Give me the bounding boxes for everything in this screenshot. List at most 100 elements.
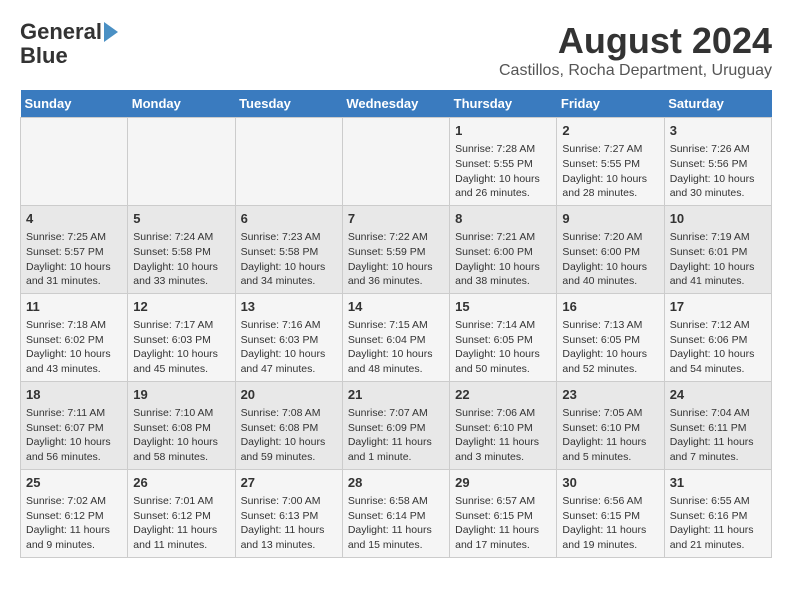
month-title: August 2024 bbox=[499, 20, 772, 62]
calendar-cell: 13Sunrise: 7:16 AM Sunset: 6:03 PM Dayli… bbox=[235, 293, 342, 381]
day-info: Sunrise: 7:13 AM Sunset: 6:05 PM Dayligh… bbox=[562, 318, 658, 377]
day-info: Sunrise: 7:23 AM Sunset: 5:58 PM Dayligh… bbox=[241, 230, 337, 289]
day-info: Sunrise: 7:24 AM Sunset: 5:58 PM Dayligh… bbox=[133, 230, 229, 289]
day-of-week-thursday: Thursday bbox=[450, 90, 557, 118]
calendar-header: SundayMondayTuesdayWednesdayThursdayFrid… bbox=[21, 90, 772, 118]
days-of-week-row: SundayMondayTuesdayWednesdayThursdayFrid… bbox=[21, 90, 772, 118]
calendar-cell: 18 Sunrise: 7:11 AM Sunset: 6:07 PM Dayli… bbox=[21, 381, 128, 469]
day-info: Sunrise: 7:00 AM Sunset: 6:13 PM Dayligh… bbox=[241, 494, 337, 553]
week-row-5: 25Sunrise: 7:02 AM Sunset: 6:12 PM Dayli… bbox=[21, 469, 772, 557]
day-number: 27 bbox=[241, 474, 337, 492]
calendar-cell: 26Sunrise: 7:01 AM Sunset: 6:12 PM Dayli… bbox=[128, 469, 235, 557]
day-number: 28 bbox=[348, 474, 444, 492]
day-number: 12 bbox=[133, 298, 229, 316]
calendar-cell: 20 Sunrise: 7:08 AM Sunset: 6:08 PM Dayli… bbox=[235, 381, 342, 469]
day-number: 14 bbox=[348, 298, 444, 316]
calendar-cell: 3 Sunrise: 7:26 AM Sunset: 5:56 PM Daylig… bbox=[664, 118, 771, 206]
day-number: 17 bbox=[670, 298, 766, 316]
day-number: 6 bbox=[241, 210, 337, 228]
day-info: Sunrise: 7:19 AM Sunset: 6:01 PM Dayligh… bbox=[670, 230, 766, 289]
calendar-cell: 5 Sunrise: 7:24 AM Sunset: 5:58 PM Daylig… bbox=[128, 205, 235, 293]
day-info: Sunrise: 6:57 AM Sunset: 6:15 PM Dayligh… bbox=[455, 494, 551, 553]
day-info: Sunrise: 7:04 AM Sunset: 6:11 PM Dayligh… bbox=[670, 406, 766, 465]
calendar-cell: 24 Sunrise: 7:04 AM Sunset: 6:11 PM Dayli… bbox=[664, 381, 771, 469]
day-info: Sunrise: 7:12 AM Sunset: 6:06 PM Dayligh… bbox=[670, 318, 766, 377]
calendar-cell: 12 Sunrise: 7:17 AM Sunset: 6:03 PM Dayli… bbox=[128, 293, 235, 381]
week-row-4: 18 Sunrise: 7:11 AM Sunset: 6:07 PM Dayli… bbox=[21, 381, 772, 469]
day-number: 22 bbox=[455, 386, 551, 404]
day-of-week-tuesday: Tuesday bbox=[235, 90, 342, 118]
day-info: Sunrise: 7:20 AM Sunset: 6:00 PM Dayligh… bbox=[562, 230, 658, 289]
day-number: 3 bbox=[670, 122, 766, 140]
calendar-cell: 2Sunrise: 7:27 AM Sunset: 5:55 PM Daylig… bbox=[557, 118, 664, 206]
day-number: 19 bbox=[133, 386, 229, 404]
calendar-cell: 4 Sunrise: 7:25 AM Sunset: 5:57 PM Daylig… bbox=[21, 205, 128, 293]
day-number: 8 bbox=[455, 210, 551, 228]
day-info: Sunrise: 6:58 AM Sunset: 6:14 PM Dayligh… bbox=[348, 494, 444, 553]
day-number: 5 bbox=[133, 210, 229, 228]
calendar-cell: 22 Sunrise: 7:06 AM Sunset: 6:10 PM Dayli… bbox=[450, 381, 557, 469]
calendar-cell bbox=[21, 118, 128, 206]
calendar-cell: 7Sunrise: 7:22 AM Sunset: 5:59 PM Daylig… bbox=[342, 205, 449, 293]
calendar-cell: 8 Sunrise: 7:21 AM Sunset: 6:00 PM Daylig… bbox=[450, 205, 557, 293]
calendar-cell: 21 Sunrise: 7:07 AM Sunset: 6:09 PM Dayli… bbox=[342, 381, 449, 469]
day-info: Sunrise: 6:55 AM Sunset: 6:16 PM Dayligh… bbox=[670, 494, 766, 553]
day-info: Sunrise: 7:14 AM Sunset: 6:05 PM Dayligh… bbox=[455, 318, 551, 377]
day-number: 29 bbox=[455, 474, 551, 492]
calendar-cell: 1 Sunrise: 7:28 AM Sunset: 5:55 PM Daylig… bbox=[450, 118, 557, 206]
day-of-week-friday: Friday bbox=[557, 90, 664, 118]
day-number: 11 bbox=[26, 298, 122, 316]
day-number: 24 bbox=[670, 386, 766, 404]
logo: General Blue bbox=[20, 20, 118, 68]
week-row-1: 1 Sunrise: 7:28 AM Sunset: 5:55 PM Daylig… bbox=[21, 118, 772, 206]
logo-general: General bbox=[20, 20, 102, 44]
calendar-cell: 29 Sunrise: 6:57 AM Sunset: 6:15 PM Dayli… bbox=[450, 469, 557, 557]
day-info: Sunrise: 7:10 AM Sunset: 6:08 PM Dayligh… bbox=[133, 406, 229, 465]
day-number: 7 bbox=[348, 210, 444, 228]
day-of-week-sunday: Sunday bbox=[21, 90, 128, 118]
day-of-week-monday: Monday bbox=[128, 90, 235, 118]
day-number: 21 bbox=[348, 386, 444, 404]
day-number: 1 bbox=[455, 122, 551, 140]
day-info: Sunrise: 7:08 AM Sunset: 6:08 PM Dayligh… bbox=[241, 406, 337, 465]
day-number: 10 bbox=[670, 210, 766, 228]
day-info: Sunrise: 7:28 AM Sunset: 5:55 PM Dayligh… bbox=[455, 142, 551, 201]
logo-blue: Blue bbox=[20, 44, 68, 68]
day-info: Sunrise: 7:11 AM Sunset: 6:07 PM Dayligh… bbox=[26, 406, 122, 465]
day-number: 18 bbox=[26, 386, 122, 404]
calendar-cell bbox=[235, 118, 342, 206]
day-number: 4 bbox=[26, 210, 122, 228]
calendar-cell: 31Sunrise: 6:55 AM Sunset: 6:16 PM Dayli… bbox=[664, 469, 771, 557]
day-info: Sunrise: 7:18 AM Sunset: 6:02 PM Dayligh… bbox=[26, 318, 122, 377]
day-info: Sunrise: 7:25 AM Sunset: 5:57 PM Dayligh… bbox=[26, 230, 122, 289]
calendar-cell: 14Sunrise: 7:15 AM Sunset: 6:04 PM Dayli… bbox=[342, 293, 449, 381]
day-info: Sunrise: 7:17 AM Sunset: 6:03 PM Dayligh… bbox=[133, 318, 229, 377]
day-info: Sunrise: 7:07 AM Sunset: 6:09 PM Dayligh… bbox=[348, 406, 444, 465]
calendar-cell: 15Sunrise: 7:14 AM Sunset: 6:05 PM Dayli… bbox=[450, 293, 557, 381]
calendar-cell: 10 Sunrise: 7:19 AM Sunset: 6:01 PM Dayli… bbox=[664, 205, 771, 293]
day-info: Sunrise: 7:27 AM Sunset: 5:55 PM Dayligh… bbox=[562, 142, 658, 201]
calendar-cell: 19 Sunrise: 7:10 AM Sunset: 6:08 PM Dayli… bbox=[128, 381, 235, 469]
calendar-body: 1 Sunrise: 7:28 AM Sunset: 5:55 PM Daylig… bbox=[21, 118, 772, 558]
calendar-cell: 9 Sunrise: 7:20 AM Sunset: 6:00 PM Daylig… bbox=[557, 205, 664, 293]
day-number: 20 bbox=[241, 386, 337, 404]
day-info: Sunrise: 7:26 AM Sunset: 5:56 PM Dayligh… bbox=[670, 142, 766, 201]
location-subtitle: Castillos, Rocha Department, Uruguay bbox=[499, 62, 772, 80]
day-info: Sunrise: 7:21 AM Sunset: 6:00 PM Dayligh… bbox=[455, 230, 551, 289]
day-number: 16 bbox=[562, 298, 658, 316]
calendar-cell: 25Sunrise: 7:02 AM Sunset: 6:12 PM Dayli… bbox=[21, 469, 128, 557]
day-number: 9 bbox=[562, 210, 658, 228]
logo-arrow-icon bbox=[104, 22, 118, 42]
calendar-table: SundayMondayTuesdayWednesdayThursdayFrid… bbox=[20, 90, 772, 558]
calendar-cell: 30Sunrise: 6:56 AM Sunset: 6:15 PM Dayli… bbox=[557, 469, 664, 557]
day-info: Sunrise: 7:16 AM Sunset: 6:03 PM Dayligh… bbox=[241, 318, 337, 377]
day-number: 23 bbox=[562, 386, 658, 404]
day-info: Sunrise: 7:06 AM Sunset: 6:10 PM Dayligh… bbox=[455, 406, 551, 465]
title-area: August 2024 Castillos, Rocha Department,… bbox=[499, 20, 772, 80]
calendar-cell: 6 Sunrise: 7:23 AM Sunset: 5:58 PM Daylig… bbox=[235, 205, 342, 293]
calendar-cell: 11 Sunrise: 7:18 AM Sunset: 6:02 PM Dayli… bbox=[21, 293, 128, 381]
day-number: 30 bbox=[562, 474, 658, 492]
day-info: Sunrise: 7:05 AM Sunset: 6:10 PM Dayligh… bbox=[562, 406, 658, 465]
week-row-3: 11 Sunrise: 7:18 AM Sunset: 6:02 PM Dayli… bbox=[21, 293, 772, 381]
day-number: 25 bbox=[26, 474, 122, 492]
